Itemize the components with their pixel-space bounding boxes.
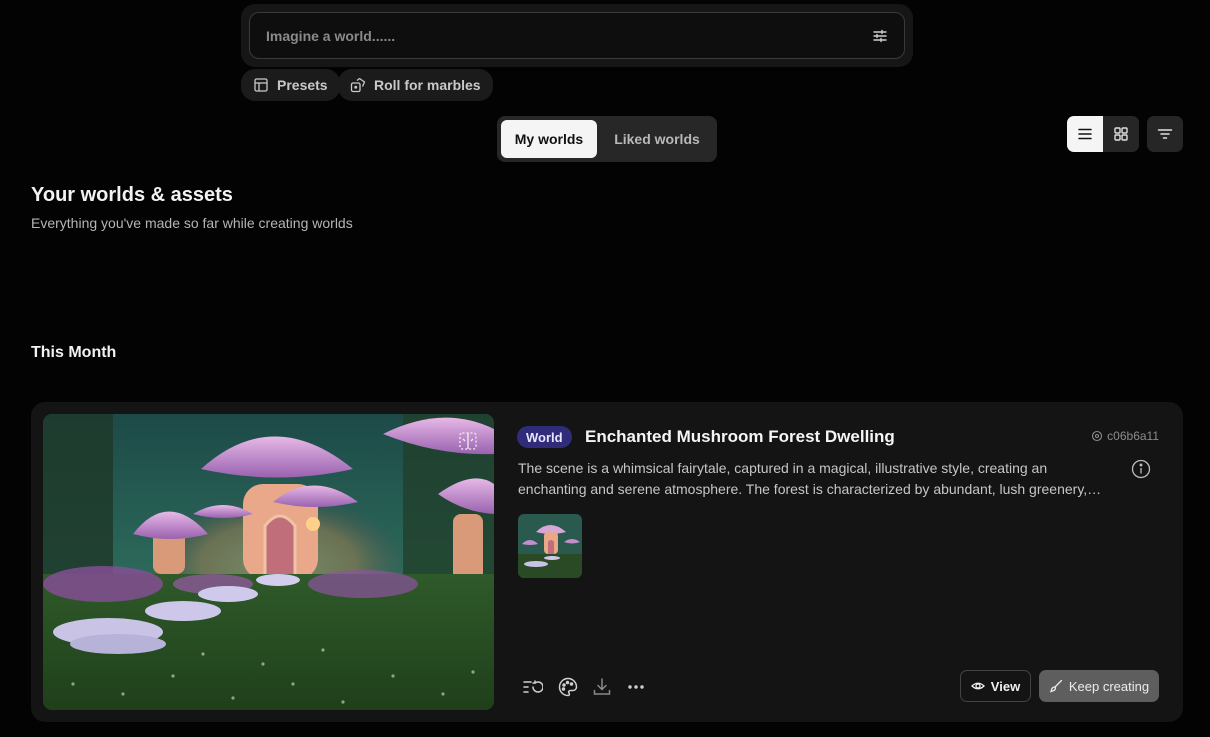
tab-liked-worlds[interactable]: Liked worlds [601,120,713,158]
roll-label: Roll for marbles [374,77,481,93]
keep-creating-label: Keep creating [1068,678,1150,694]
grid-icon [1114,127,1128,141]
presets-button[interactable]: Presets [241,69,340,101]
filter-button[interactable] [1147,116,1183,152]
view-button-label: View [990,678,1021,694]
world-card: World Enchanted Mushroom Forest Dwelling… [31,402,1183,722]
list-view-button[interactable] [1067,116,1103,152]
filter-icon [1157,129,1173,139]
list-icon [1078,128,1092,140]
prompt-bar [241,4,913,67]
world-tabs: My worlds Liked worlds [497,116,717,162]
tab-my-worlds[interactable]: My worlds [501,120,597,158]
world-description: The scene is a whimsical fairytale, capt… [518,460,1088,497]
palette-icon[interactable] [557,676,579,698]
prompt-input[interactable] [250,13,904,58]
sliders-icon[interactable] [872,28,888,44]
compare-icon[interactable] [458,431,478,451]
more-icon[interactable] [625,676,647,698]
keep-creating-button[interactable]: Keep creating [1039,670,1159,702]
info-icon[interactable] [1131,459,1151,479]
world-badge: World [517,426,572,448]
download-icon[interactable] [591,676,613,698]
view-toggle [1067,116,1139,152]
world-id-text: c06b6a11 [1107,429,1159,443]
brush-icon [1049,679,1063,693]
asset-thumbnail[interactable] [518,514,582,578]
presets-label: Presets [277,77,328,93]
prompt-input-container [249,12,905,59]
world-title[interactable]: Enchanted Mushroom Forest Dwelling [585,427,895,447]
world-preview-image[interactable] [43,414,494,710]
dice-icon [350,77,366,93]
eye-icon [970,682,985,690]
grid-view-button[interactable] [1103,116,1139,152]
page-title: Your worlds & assets [31,184,233,206]
history-icon[interactable] [521,676,543,698]
layout-icon [254,78,268,92]
section-title: This Month [31,344,117,361]
world-id[interactable]: c06b6a11 [1091,429,1159,443]
page-subtitle: Everything you've made so far while crea… [31,215,353,231]
roll-for-marbles-button[interactable]: Roll for marbles [338,69,493,101]
view-button[interactable]: View [960,670,1031,702]
id-icon [1092,430,1103,442]
